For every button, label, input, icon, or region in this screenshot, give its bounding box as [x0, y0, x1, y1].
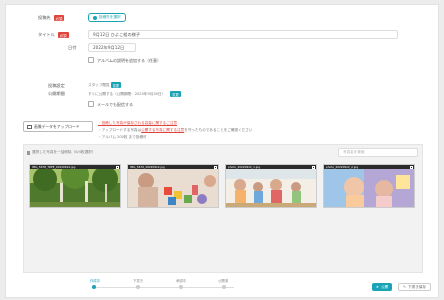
photo-thumbnail[interactable]: photo_20220912_1.jpg: [225, 164, 317, 208]
mail-notify-label: メールでも配信する: [97, 102, 133, 107]
step-dot: [179, 285, 183, 289]
step-label: 承認中: [176, 279, 187, 283]
trash-icon: [27, 150, 30, 155]
step-dot-active: [92, 285, 96, 289]
step-label: 下書き: [133, 279, 144, 283]
pencil-icon: ✎: [403, 285, 407, 289]
forest-photo: [30, 169, 120, 207]
image-icon: [27, 124, 32, 129]
photo-thumbnail[interactable]: photo_20220912_2.jpg: [323, 164, 415, 208]
photo-rules-link[interactable]: 公開する写真に関する注意: [141, 128, 184, 132]
title-label: タイトル 必須: [38, 32, 69, 39]
add-description-checkbox[interactable]: [88, 57, 94, 63]
required-badge: 必須: [53, 15, 65, 22]
add-description-label: アルバムの説明を追加する（任意）: [97, 58, 161, 63]
add-icon: [93, 15, 97, 20]
save-draft-button[interactable]: ✎ 下書き保存: [398, 283, 431, 291]
upload-note: ・アップロードする写真は公開する写真に関する注意を守ったものであることをご確認く…: [98, 128, 253, 132]
toys-photo: [128, 169, 218, 207]
select-target-button[interactable]: 投稿先を選択: [88, 13, 126, 22]
classroom-photo: [226, 169, 316, 207]
upload-images-button[interactable]: 画像データをアップロード: [23, 121, 93, 132]
photo-thumbnail[interactable]: IMG_5678_TREE_20220912.jpg: [29, 164, 121, 208]
send-icon: ➤: [376, 285, 380, 289]
storage-note-link[interactable]: ・投稿した写真が保存される容量に関するご注意: [98, 121, 177, 126]
change-staff-button[interactable]: 変更: [110, 82, 122, 89]
photo-limit-note: ・アルバム 200枚 まで投稿可: [98, 135, 147, 139]
required-badge: 必須: [57, 32, 69, 39]
step-label: 公開済: [218, 279, 229, 283]
date-input[interactable]: 2022年9月12日: [88, 43, 136, 52]
bulk-delete-header[interactable]: 選択した写真を一括削除（0/4枚選択）: [27, 150, 95, 155]
mail-notify-checkbox[interactable]: [88, 101, 94, 107]
publish-button[interactable]: ➤ 公開: [372, 283, 393, 291]
step-dot: [136, 285, 140, 289]
photo-gallery-panel: 選択した写真を一括削除（0/4枚選択） 写真名を検索 IMG_5678_TREE…: [23, 144, 423, 273]
change-period-button[interactable]: 変更: [170, 91, 181, 98]
publish-period-text: すぐに公開する（公開期間：2025年9月30日） 変更: [88, 91, 181, 98]
title-input[interactable]: 9月12日 ひよこ組の様子: [88, 30, 398, 39]
step-dot: [222, 285, 226, 289]
photo-search-input[interactable]: 写真名を検索: [338, 148, 418, 157]
status-stepper-line: [94, 287, 234, 288]
publish-period-label: 公開期間: [48, 91, 65, 96]
child-photo: [324, 169, 414, 207]
date-label: 日付: [68, 45, 77, 50]
publish-setting-label: 投稿設定: [48, 83, 65, 88]
album-editor-page: 投稿先 必須 投稿先を選択 タイトル 必須 9月12日 ひよこ組の様子 日付 202…: [5, 4, 439, 298]
photo-thumbnail[interactable]: IMG_5679_20220912.jpg: [127, 164, 219, 208]
step-label: 作成中: [90, 279, 101, 283]
target-label: 投稿先 必須: [38, 15, 65, 22]
staff-only-text: スタッフ閲覧 変更: [88, 82, 122, 89]
